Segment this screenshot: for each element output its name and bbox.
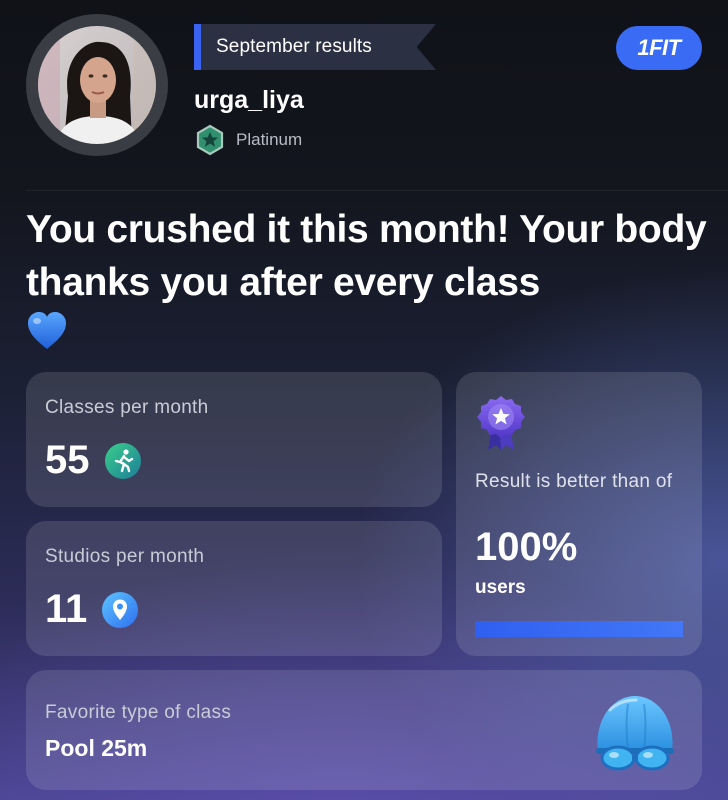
- ribbon-accent: [194, 24, 201, 70]
- header-divider: [26, 190, 728, 191]
- period-label: September results: [216, 36, 372, 57]
- brand-logo: 1FIT: [616, 26, 702, 70]
- tier-star-badge-icon: [196, 124, 224, 156]
- result-label: Result is better than of: [475, 471, 673, 492]
- avatar[interactable]: [38, 26, 156, 144]
- membership-tier: Platinum: [194, 124, 302, 156]
- classes-per-month-card[interactable]: Classes per month 55: [26, 372, 442, 507]
- result-value: 100%: [475, 525, 578, 569]
- studios-value-row: 11: [45, 587, 139, 632]
- favorite-class-card[interactable]: Favorite type of class Pool 25m: [26, 670, 702, 790]
- headline: You crushed it this month! Your body tha…: [26, 203, 716, 351]
- classes-value-row: 55: [45, 438, 142, 483]
- studios-per-month-card[interactable]: Studios per month 11: [26, 521, 442, 656]
- result-unit: users: [475, 577, 526, 598]
- blue-heart-icon: [28, 312, 66, 349]
- swim-cap-goggles-icon: [596, 696, 674, 771]
- running-person-icon: [104, 442, 141, 479]
- results-period-ribbon: September results: [194, 24, 436, 70]
- star-medal-icon: [477, 396, 525, 450]
- tier-label: Platinum: [236, 130, 303, 149]
- classes-label: Classes per month: [45, 397, 209, 418]
- avatar-frame: [26, 14, 168, 156]
- result-comparison-card[interactable]: Result is better than of 100% users: [456, 372, 702, 656]
- headline-text: You crushed it this month! Your body tha…: [26, 208, 707, 304]
- favorite-value: Pool 25m: [45, 735, 148, 761]
- classes-value: 55: [45, 438, 90, 482]
- username: urga_liya: [194, 86, 304, 114]
- result-progress-fill: [475, 621, 683, 637]
- studios-value: 11: [45, 587, 88, 631]
- map-pin-icon: [102, 591, 139, 628]
- studios-label: Studios per month: [45, 546, 205, 567]
- result-progress-bar: [475, 621, 683, 637]
- favorite-label: Favorite type of class: [45, 702, 232, 723]
